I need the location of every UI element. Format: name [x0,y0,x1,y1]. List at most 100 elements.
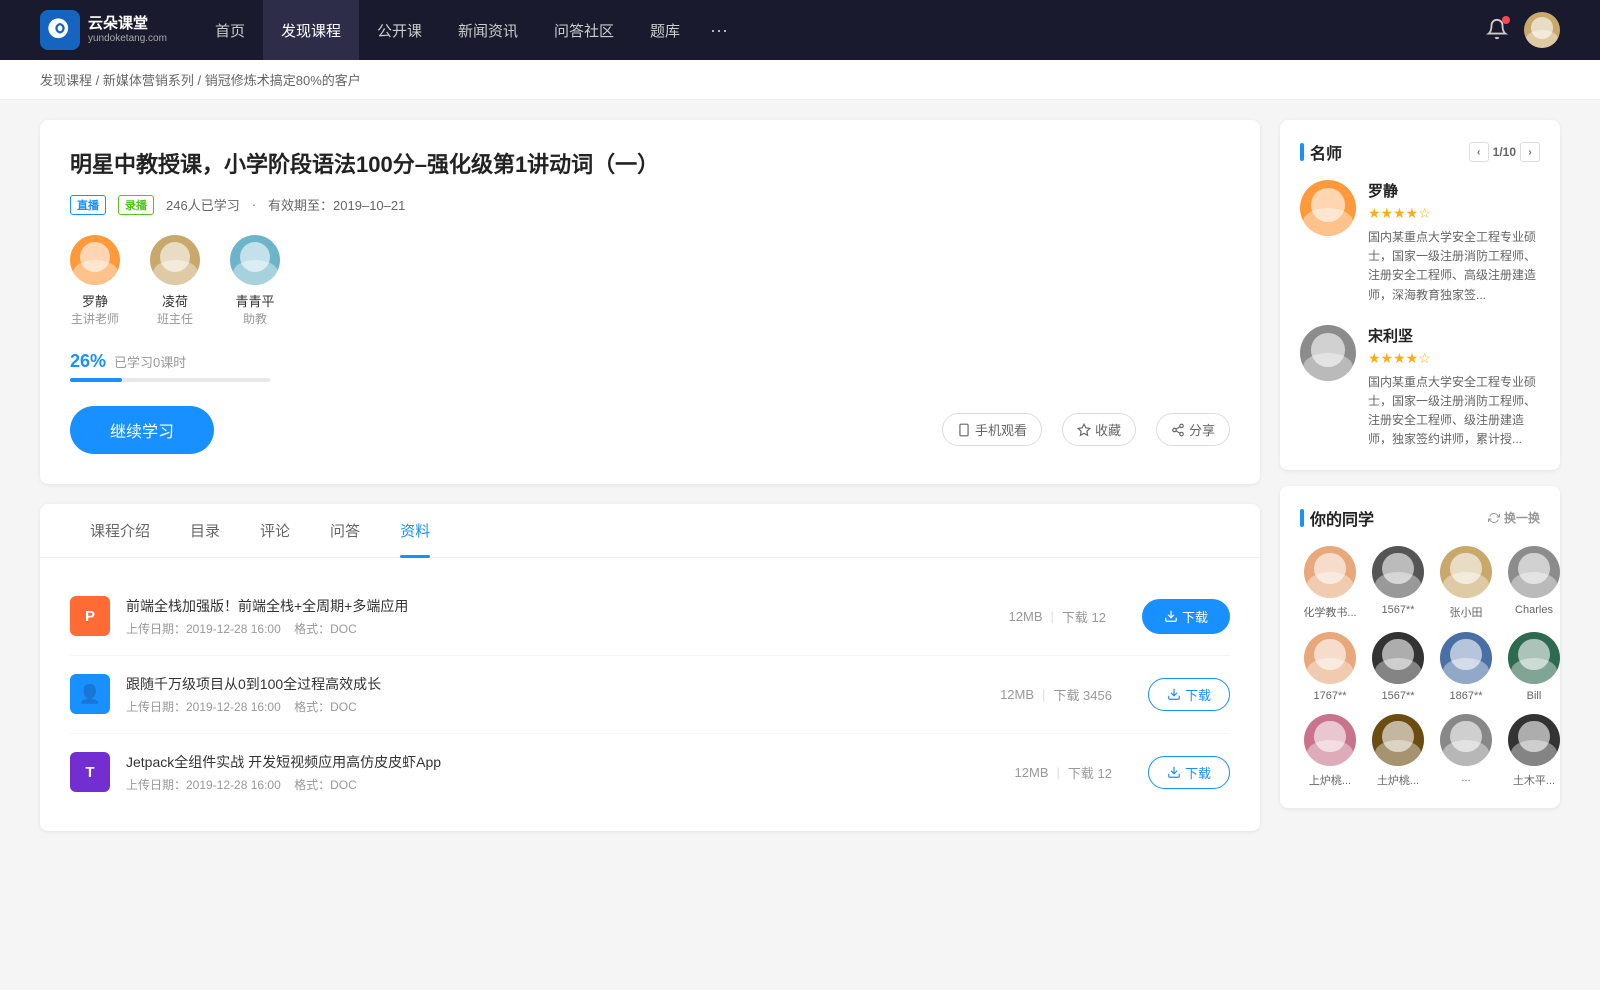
classmate-5[interactable]: 1767** [1300,632,1360,702]
classmate-4-name: Charles [1504,604,1564,616]
nav-item-library[interactable]: 题库 [632,0,698,60]
classmate-3-name: 张小田 [1436,604,1496,620]
classmate-12[interactable]: 土木平... [1504,714,1564,788]
classmate-1-avatar [1304,546,1356,598]
bell-icon[interactable] [1486,18,1508,43]
content-area: 明星中教授课，小学阶段语法100分–强化级第1讲动词（一） 直播 录播 246人… [40,120,1260,831]
sidebar-teacher-2: 宋利坚 ★★★★☆ 国内某重点大学安全工程专业硕士，国家一级注册消防工程师、注册… [1300,325,1540,450]
continue-study-button[interactable]: 继续学习 [70,406,214,454]
download-icon-1 [1164,609,1178,623]
logo[interactable]: 云朵课堂 yundoketang.com [40,10,167,50]
tab-catalog[interactable]: 目录 [170,504,240,557]
teacher-2-name: 凌荷 [162,291,188,310]
share-button[interactable]: 分享 [1156,413,1230,446]
teacher-prev-button[interactable]: ‹ [1469,142,1489,162]
teacher-3-name: 青青平 [235,291,274,310]
classmate-10[interactable]: 土炉桃... [1368,714,1428,788]
sidebar-teacher-1-info: 罗静 ★★★★☆ 国内某重点大学安全工程专业硕士，国家一级注册消防工程师、注册安… [1368,180,1540,305]
teacher-1-name: 罗静 [82,291,108,310]
sidebar-teacher-1-name: 罗静 [1368,180,1540,201]
classmate-4[interactable]: Charles [1504,546,1564,620]
progress-percent: 26% [70,351,106,372]
download-button-3[interactable]: 下载 [1148,756,1230,789]
file-name-3: Jetpack全组件实战 开发短视频应用高仿皮皮虾App [126,752,999,772]
classmates-sidebar-title: 你的同学 换一换 [1300,506,1540,530]
teachers-sidebar-title: 名师 ‹ 1/10 › [1300,140,1540,164]
breadcrumb-current: 销冠修炼术搞定80%的客户 [205,73,361,88]
course-card: 明星中教授课，小学阶段语法100分–强化级第1讲动词（一） 直播 录播 246人… [40,120,1260,484]
file-item-1: P 前端全栈加强版！前端全栈+全周期+多端应用 上传日期：2019-12-28 … [70,578,1230,656]
file-icon-1: P [70,596,110,636]
classmate-12-avatar [1508,714,1560,766]
user-avatar-nav[interactable] [1524,12,1560,48]
sidebar-teacher-2-info: 宋利坚 ★★★★☆ 国内某重点大学安全工程专业硕士，国家一级注册消防工程师、注册… [1368,325,1540,450]
classmate-9-name: 上炉桃... [1300,772,1360,788]
tab-intro[interactable]: 课程介绍 [70,504,170,557]
mobile-watch-button[interactable]: 手机观看 [942,413,1042,446]
download-button-2[interactable]: 下载 [1148,678,1230,711]
tab-comments[interactable]: 评论 [240,504,310,557]
classmate-8[interactable]: Bill [1504,632,1564,702]
classmate-1-name: 化学教书... [1300,604,1360,620]
teachers-row: 罗静 主讲老师 凌荷 班主任 [70,235,1230,327]
progress-section: 26% 已学习0课时 [70,351,1230,382]
teacher-2-role: 班主任 [157,310,193,327]
tab-materials[interactable]: 资料 [380,504,450,557]
nav-item-home[interactable]: 首页 [197,0,263,60]
collect-button[interactable]: 收藏 [1062,413,1136,446]
classmate-8-name: Bill [1504,690,1564,702]
nav-items: 首页 发现课程 公开课 新闻资讯 问答社区 题库 ··· [197,0,1486,60]
teachers-sidebar-card: 名师 ‹ 1/10 › 罗静 ★★★★☆ 国内某重点大学安全工程专业硕士，国家一… [1280,120,1560,470]
classmate-2[interactable]: 1567** [1368,546,1428,620]
download-button-1[interactable]: 下载 [1142,599,1230,634]
classmate-3[interactable]: 张小田 [1436,546,1496,620]
classmate-1[interactable]: 化学教书... [1300,546,1360,620]
download-icon-2 [1167,687,1181,701]
nav-more-button[interactable]: ··· [698,20,740,41]
file-icon-2: 👤 [70,674,110,714]
classmate-9-avatar [1304,714,1356,766]
classmate-7[interactable]: 1867** [1436,632,1496,702]
progress-bar-fill [70,378,122,382]
file-name-1: 前端全栈加强版！前端全栈+全周期+多端应用 [126,596,993,616]
course-students: 246人已学习 [166,195,240,214]
nav-item-news[interactable]: 新闻资讯 [440,0,536,60]
nav-item-qa[interactable]: 问答社区 [536,0,632,60]
navbar: 云朵课堂 yundoketang.com 首页 发现课程 公开课 新闻资讯 问答… [0,0,1600,60]
classmate-5-name: 1767** [1300,690,1360,702]
tabs-content: P 前端全栈加强版！前端全栈+全周期+多端应用 上传日期：2019-12-28 … [40,558,1260,831]
sidebar-teacher-1: 罗静 ★★★★☆ 国内某重点大学安全工程专业硕士，国家一级注册消防工程师、注册安… [1300,180,1540,305]
sidebar-teacher-2-name: 宋利坚 [1368,325,1540,346]
breadcrumb: 发现课程 / 新媒体营销系列 / 销冠修炼术搞定80%的客户 [0,60,1600,100]
file-stats-1: 12MB | 下载 12 [1009,607,1106,626]
teacher-2-avatar [150,235,200,285]
file-stats-2: 12MB | 下载 3456 [1000,685,1112,704]
nav-item-discover[interactable]: 发现课程 [263,0,359,60]
breadcrumb-discover[interactable]: 发现课程 [40,73,92,88]
classmate-12-name: 土木平... [1504,772,1564,788]
breadcrumb-series[interactable]: 新媒体营销系列 [103,73,194,88]
classmates-accent-bar [1300,509,1304,527]
file-meta-1: 上传日期：2019-12-28 16:00 格式：DOC [126,620,993,637]
classmate-9[interactable]: 上炉桃... [1300,714,1360,788]
classmate-7-name: 1867** [1436,690,1496,702]
nav-item-public[interactable]: 公开课 [359,0,440,60]
classmate-3-avatar [1440,546,1492,598]
classmate-11[interactable]: ... [1436,714,1496,788]
classmate-7-avatar [1440,632,1492,684]
accent-bar [1300,143,1304,161]
tab-qa[interactable]: 问答 [310,504,380,557]
teacher-pagination: ‹ 1/10 › [1469,142,1540,162]
star-icon [1077,423,1091,437]
sidebar-teacher-1-stars: ★★★★☆ [1368,205,1540,222]
classmate-6-name: 1567** [1368,690,1428,702]
badge-record: 录播 [118,195,154,215]
teacher-1-avatar [70,235,120,285]
logo-icon [40,10,80,50]
refresh-classmates-button[interactable]: 换一换 [1488,509,1540,526]
badge-live: 直播 [70,195,106,215]
teacher-next-button[interactable]: › [1520,142,1540,162]
download-icon-3 [1167,765,1181,779]
teacher-3-avatar [230,235,280,285]
classmate-6[interactable]: 1567** [1368,632,1428,702]
